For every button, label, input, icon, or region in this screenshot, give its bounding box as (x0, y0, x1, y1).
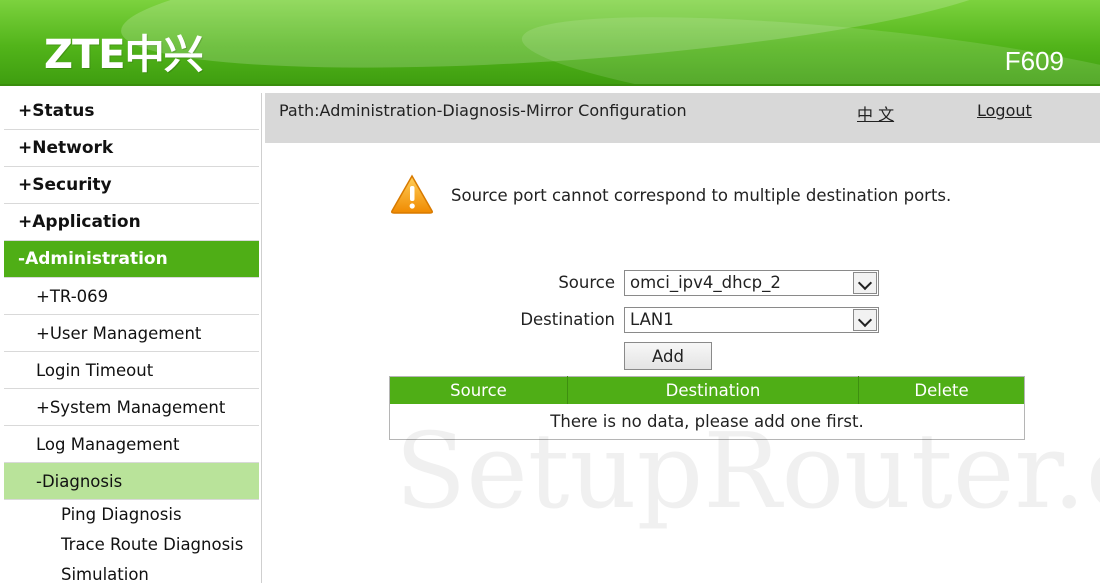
sidebar-item-label: Status (32, 101, 95, 121)
sidebar-item-label: Administration (25, 249, 168, 269)
sidebar-item-label: Login Timeout (36, 361, 154, 380)
sidebar-item-label: Diagnosis (41, 472, 123, 491)
sidebar-item-tr069[interactable]: +TR-069 (4, 278, 259, 315)
expand-icon: + (36, 287, 50, 306)
sidebar-item-simulation[interactable]: Simulation (4, 560, 259, 583)
sidebar-item-label: Application (32, 212, 141, 232)
sidebar-item-label: Simulation (61, 565, 149, 583)
add-button[interactable]: Add (624, 342, 712, 370)
sidebar-item-label: Ping Diagnosis (61, 505, 182, 524)
column-header-destination: Destination (567, 376, 859, 404)
sidebar-item-label: TR-069 (49, 287, 109, 306)
sidebar: +Status +Network +Security +Application … (0, 93, 262, 583)
column-header-delete: Delete (858, 376, 1025, 404)
collapse-icon: - (18, 249, 26, 269)
sidebar-item-log-management[interactable]: Log Management (4, 426, 259, 463)
source-label: Source (558, 273, 615, 292)
chevron-down-icon[interactable] (853, 272, 877, 294)
sidebar-item-administration[interactable]: -Administration (4, 241, 259, 278)
sidebar-item-label: Log Management (36, 435, 180, 454)
chevron-down-icon[interactable] (853, 309, 877, 331)
destination-label: Destination (520, 310, 615, 329)
sidebar-item-label: Security (32, 175, 112, 195)
zte-logo: ZTE中兴 (44, 32, 204, 78)
sidebar-item-network[interactable]: +Network (4, 130, 259, 167)
sidebar-item-trace-route-diagnosis[interactable]: Trace Route Diagnosis (4, 530, 259, 560)
sidebar-item-ping-diagnosis[interactable]: Ping Diagnosis (4, 500, 259, 530)
expand-icon: + (18, 101, 33, 121)
logout-link[interactable]: Logout (977, 101, 1032, 120)
warning-text: Source port cannot correspond to multipl… (451, 186, 952, 205)
sidebar-item-status[interactable]: +Status (4, 93, 259, 130)
expand-icon: + (18, 175, 33, 195)
header-banner: ZTE中兴 F609 (0, 0, 1100, 86)
language-link[interactable]: 中 文 (857, 101, 894, 125)
sidebar-item-application[interactable]: +Application (4, 204, 259, 241)
sidebar-item-login-timeout[interactable]: Login Timeout (4, 352, 259, 389)
empty-table-message: There is no data, please add one first. (550, 411, 864, 431)
expand-icon: + (18, 212, 33, 232)
destination-select-value: LAN1 (630, 310, 674, 329)
table-row: There is no data, please add one first. (390, 404, 1025, 440)
sidebar-item-label: Trace Route Diagnosis (61, 535, 244, 554)
sidebar-item-diagnosis[interactable]: -Diagnosis (4, 463, 259, 500)
column-header-source: Source (389, 376, 568, 404)
sidebar-item-label: User Management (49, 324, 202, 343)
sidebar-item-label: System Management (49, 398, 226, 417)
table-header-row: Source Destination Delete (389, 376, 1025, 404)
sidebar-item-system-management[interactable]: +System Management (4, 389, 259, 426)
breadcrumb: Path:Administration-Diagnosis-Mirror Con… (279, 101, 687, 120)
source-select-value: omci_ipv4_dhcp_2 (630, 273, 781, 292)
expand-icon: + (36, 324, 50, 343)
warning-triangle-icon (391, 174, 433, 214)
destination-select[interactable]: LAN1 (624, 307, 879, 333)
sidebar-item-user-management[interactable]: +User Management (4, 315, 259, 352)
expand-icon: + (18, 138, 33, 158)
path-bar: Path:Administration-Diagnosis-Mirror Con… (265, 93, 1100, 143)
source-select[interactable]: omci_ipv4_dhcp_2 (624, 270, 879, 296)
expand-icon: + (36, 398, 50, 417)
model-name: F609 (1004, 46, 1064, 76)
sidebar-item-security[interactable]: +Security (4, 167, 259, 204)
mirror-table: Source Destination Delete There is no da… (389, 376, 1025, 440)
sidebar-item-label: Network (32, 138, 114, 158)
